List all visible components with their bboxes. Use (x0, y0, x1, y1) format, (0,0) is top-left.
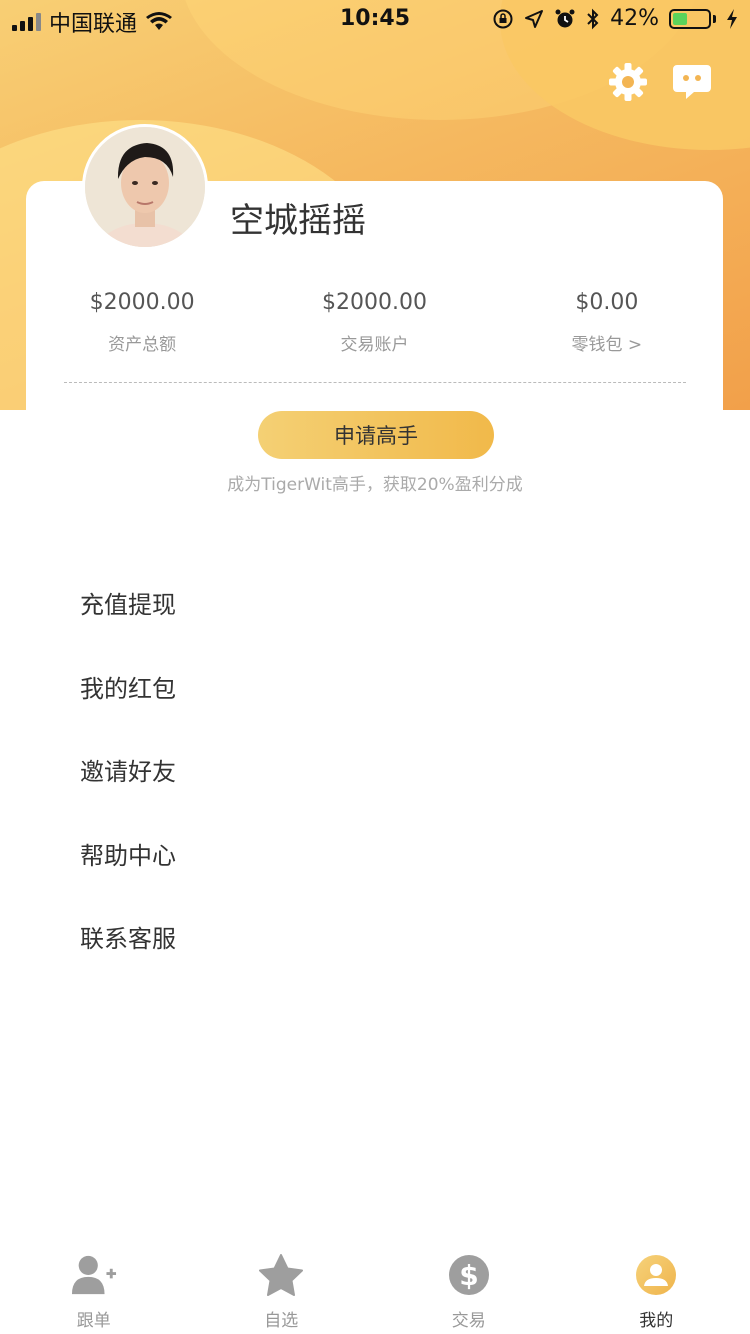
battery-icon (669, 8, 716, 29)
tab-trade[interactable]: $ 交易 (375, 1244, 563, 1334)
bluetooth-icon (587, 8, 599, 29)
stat-value: $0.00 (575, 290, 639, 315)
stat-total-assets: $2000.00 资产总额 (26, 290, 258, 355)
header-actions (608, 62, 712, 102)
status-right: 42% (492, 6, 738, 31)
rotation-lock-icon (493, 9, 513, 28)
charging-icon (727, 8, 737, 29)
message-icon[interactable] (672, 62, 712, 102)
stat-label: 资产总额 (108, 335, 177, 355)
tab-bar: 跟单 自选 $ 交易 我的 (0, 1244, 750, 1334)
location-icon (525, 9, 544, 28)
menu-item-deposit-withdraw[interactable]: 充值提现 (80, 582, 680, 666)
menu-item-help-center[interactable]: 帮助中心 (80, 833, 680, 917)
account-stats: $2000.00 资产总额 $2000.00 交易账户 $0.00 零钱包 > (26, 290, 723, 355)
avatar[interactable] (82, 124, 208, 250)
tab-label: 自选 (264, 1311, 299, 1331)
user-icon (636, 1255, 677, 1295)
menu-item-red-packets[interactable]: 我的红包 (80, 666, 680, 750)
tab-mine[interactable]: 我的 (563, 1244, 750, 1334)
tab-watchlist[interactable]: 自选 (188, 1244, 376, 1334)
dollar-icon: $ (448, 1255, 489, 1295)
apply-hint: 成为TigerWit高手，获取20%盈利分成 (227, 475, 523, 495)
stat-label: 交易账户 (340, 335, 409, 355)
username: 空城摇摇 (230, 201, 366, 241)
svg-text:$: $ (459, 1259, 478, 1292)
battery-percent: 42% (610, 6, 659, 31)
dashed-divider (64, 382, 686, 383)
stat-trading-account[interactable]: $2000.00 交易账户 (258, 290, 490, 355)
stat-value: $2000.00 (89, 290, 195, 315)
stat-wallet[interactable]: $0.00 零钱包 > (491, 290, 723, 355)
tab-label: 我的 (639, 1311, 674, 1331)
menu-item-invite-friends[interactable]: 邀请好友 (80, 749, 680, 833)
menu-list: 充值提现 我的红包 邀请好友 帮助中心 联系客服 (80, 582, 680, 1000)
tab-follow[interactable]: 跟单 (0, 1244, 188, 1334)
stat-label: 零钱包 > (571, 335, 643, 355)
gear-icon[interactable] (608, 62, 648, 102)
tab-label: 交易 (451, 1311, 486, 1331)
alarm-icon (555, 9, 575, 27)
status-bar: 中国联通 10:45 42% (0, 0, 750, 40)
avatar-image (85, 127, 205, 247)
menu-item-contact-service[interactable]: 联系客服 (80, 916, 680, 1000)
stat-value: $2000.00 (322, 290, 427, 315)
star-icon (259, 1254, 304, 1296)
tab-label: 跟单 (76, 1311, 111, 1331)
apply-master-button[interactable]: 申请高手 (258, 411, 494, 459)
add-user-icon (71, 1255, 116, 1295)
